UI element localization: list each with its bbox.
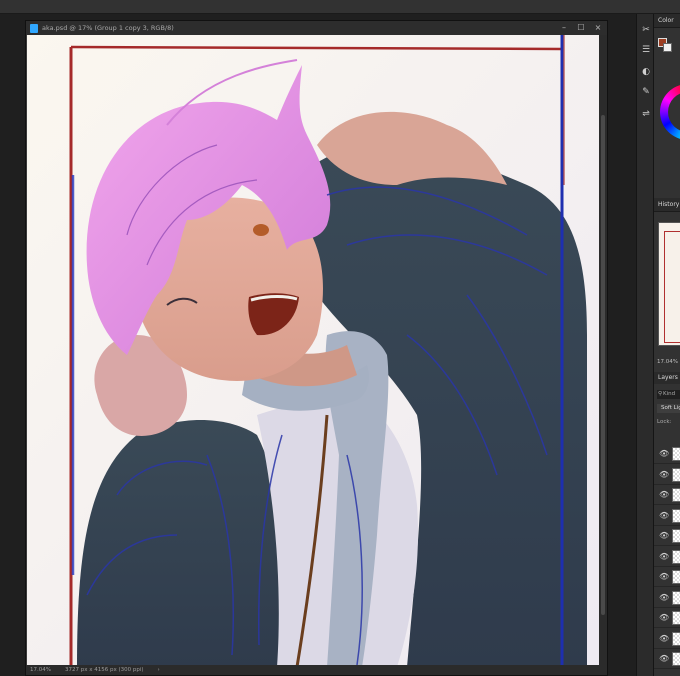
layer-thumbnail bbox=[672, 447, 680, 461]
eye-icon[interactable]: 👁 bbox=[659, 511, 669, 520]
layer-row[interactable]: 👁 bbox=[654, 465, 680, 485]
blend-mode-select[interactable]: Soft Light bbox=[657, 404, 680, 413]
photoshop-document-icon bbox=[30, 23, 38, 33]
right-panels: Color History 17.04% Layers ⚲ Kind Soft … bbox=[654, 14, 680, 676]
scrollbar-thumb[interactable] bbox=[601, 115, 605, 615]
app-top-bar bbox=[0, 0, 680, 14]
canvas[interactable] bbox=[27, 35, 600, 667]
layer-row[interactable]: 👁 bbox=[654, 588, 680, 608]
layer-row[interactable]: 👁 bbox=[654, 608, 680, 628]
document-title: aka.psd @ 17% (Group 1 copy 3, RGB/8) bbox=[42, 24, 174, 32]
eye-icon[interactable]: 👁 bbox=[659, 572, 669, 581]
layer-thumbnail bbox=[672, 590, 680, 605]
layer-row[interactable]: 👁 bbox=[654, 444, 680, 464]
minimize-button[interactable]: – bbox=[559, 23, 569, 33]
artwork bbox=[27, 35, 600, 667]
background-swatch[interactable] bbox=[663, 43, 672, 52]
scissors-icon[interactable]: ✂ bbox=[640, 24, 652, 36]
zoom-readout[interactable]: 17.04% bbox=[30, 667, 51, 673]
layer-row[interactable]: 👁 bbox=[654, 649, 680, 669]
eye-icon[interactable]: 👁 bbox=[659, 593, 669, 602]
layer-row[interactable]: 👁 bbox=[654, 506, 680, 526]
layer-row[interactable]: 👁 bbox=[654, 526, 680, 546]
sliders-icon[interactable]: ☰ bbox=[640, 44, 652, 56]
eye-icon[interactable]: 👁 bbox=[659, 634, 669, 643]
eye-icon[interactable]: 👁 bbox=[659, 552, 669, 561]
layer-thumbnail bbox=[672, 488, 680, 502]
layer-filter[interactable]: ⚲ Kind bbox=[657, 390, 680, 399]
panel-icon-strip: ✂ ☰ ◐ ✎ ⇌ bbox=[636, 14, 654, 676]
layer-thumbnail bbox=[672, 611, 680, 625]
close-button[interactable]: × bbox=[593, 23, 603, 33]
layer-thumbnail bbox=[672, 467, 680, 482]
lock-label: Lock: bbox=[657, 419, 672, 425]
color-wheel[interactable] bbox=[660, 84, 680, 140]
maximize-button[interactable]: ☐ bbox=[576, 23, 586, 33]
layer-thumbnail bbox=[672, 529, 680, 543]
layer-row[interactable]: 👁 bbox=[654, 567, 680, 587]
layer-thumbnail bbox=[672, 631, 680, 646]
eye-icon[interactable]: 👁 bbox=[659, 490, 669, 499]
navigator-view-frame[interactable] bbox=[664, 231, 680, 343]
eye-icon[interactable]: 👁 bbox=[659, 613, 669, 622]
history-tab[interactable]: History bbox=[654, 198, 680, 212]
brush-icon[interactable]: ✎ bbox=[640, 86, 652, 98]
color-tab[interactable]: Color bbox=[654, 14, 680, 28]
eye-icon[interactable]: 👁 bbox=[659, 449, 669, 458]
adjust-icon[interactable]: ⇌ bbox=[640, 108, 652, 120]
layer-thumbnail bbox=[672, 570, 680, 584]
eye-icon[interactable]: 👁 bbox=[659, 654, 669, 663]
contrast-icon[interactable]: ◐ bbox=[640, 66, 652, 78]
layer-thumbnail bbox=[672, 549, 680, 564]
layer-filter-kind: Kind bbox=[663, 391, 676, 397]
document-window: aka.psd @ 17% (Group 1 copy 3, RGB/8) – … bbox=[25, 20, 608, 676]
layers-tab[interactable]: Layers bbox=[654, 372, 680, 384]
status-menu-arrow[interactable]: › bbox=[158, 667, 160, 673]
layer-row[interactable]: 👁 bbox=[654, 629, 680, 649]
layer-thumbnail bbox=[672, 508, 680, 523]
status-bar: 17.04% 3727 px x 4156 px (300 ppi) › bbox=[26, 665, 607, 675]
navigator-zoom[interactable]: 17.04% bbox=[657, 359, 678, 365]
eye-icon[interactable]: 👁 bbox=[659, 470, 669, 479]
document-dimensions: 3727 px x 4156 px (300 ppi) bbox=[64, 667, 144, 673]
eye-open bbox=[253, 224, 269, 236]
navigator-thumbnail[interactable] bbox=[658, 222, 680, 346]
search-icon: ⚲ bbox=[658, 391, 663, 397]
layer-row[interactable]: 👁 bbox=[654, 547, 680, 567]
document-tab[interactable]: aka.psd @ 17% (Group 1 copy 3, RGB/8) – … bbox=[26, 21, 607, 35]
window-controls: – ☐ × bbox=[559, 21, 603, 35]
vertical-scrollbar[interactable] bbox=[599, 35, 607, 667]
eye-icon[interactable]: 👁 bbox=[659, 531, 669, 540]
layer-row[interactable]: 👁 bbox=[654, 485, 680, 505]
layer-thumbnail bbox=[672, 652, 680, 666]
